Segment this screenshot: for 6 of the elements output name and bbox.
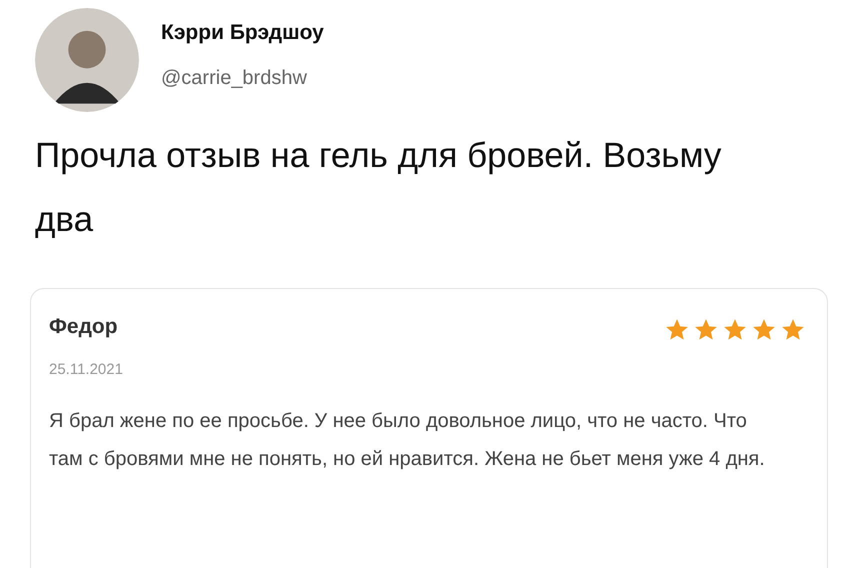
author-handle[interactable]: @carrie_brdshw [161, 66, 324, 90]
review-text: Я брал жене по ее просьбе. У нее было довольное лицо, что не часто. Что там с бровями мне не понять, но ей нравится. Жена не бьет меня уже 4 дня. [49, 409, 766, 472]
review-date: 25.11.2021 [49, 361, 124, 378]
author-name[interactable]: Кэрри Брэдшоу [161, 20, 324, 44]
reviewer-name: Федор [49, 315, 118, 339]
tweet-text: Прочла отзыв на гель для бровей. Возьму два [35, 135, 722, 241]
